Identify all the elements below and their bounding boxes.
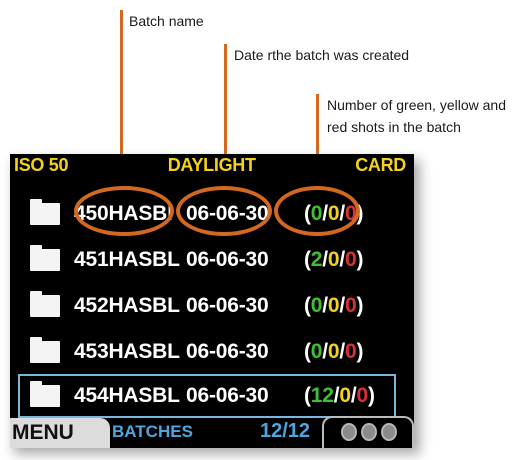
red-count: 0 xyxy=(356,384,369,407)
batch-date: 06-06-30 xyxy=(186,248,269,271)
callout-batch-name: Batch name xyxy=(129,13,204,29)
callout-counts-1: Number of green, yellow and xyxy=(327,97,506,113)
dot-icon xyxy=(341,423,357,441)
bottom-bar: MENU BATCHES 12/12 xyxy=(10,416,414,448)
batch-date: 06-06-30 xyxy=(186,294,269,317)
iso-indicator: ISO 50 xyxy=(14,154,69,175)
batch-name: 453HASBL xyxy=(74,340,180,363)
status-dots-button[interactable] xyxy=(322,416,414,448)
batch-name: 451HASBL xyxy=(74,248,180,271)
green-count: 0 xyxy=(310,294,323,317)
batch-name: 452HASBL xyxy=(74,294,180,317)
batch-counts: (0/0/0) xyxy=(304,340,364,363)
batch-row[interactable]: 451HASBL 06-06-30 (2/0/0) xyxy=(20,240,394,280)
highlight-batch-name xyxy=(74,186,174,236)
callout-counts-2: red shots in the batch xyxy=(327,119,461,135)
yellow-count: 0 xyxy=(339,384,351,407)
storage-indicator: CARD xyxy=(355,154,406,175)
yellow-count: 0 xyxy=(327,340,340,363)
section-label: BATCHES xyxy=(112,422,193,441)
batch-name: 454HASBL xyxy=(74,384,180,407)
status-bar: ISO 50 DAYLIGHT CARD xyxy=(10,154,414,176)
dot-icon xyxy=(361,423,377,441)
callout-date: Date rthe batch was created xyxy=(234,47,410,63)
batch-date: 06-06-30 xyxy=(186,340,269,363)
dot-icon xyxy=(381,423,397,441)
green-count: 12 xyxy=(310,384,334,407)
green-count: 0 xyxy=(310,340,323,363)
folder-icon xyxy=(30,291,60,317)
batch-counts: (0/0/0) xyxy=(304,294,364,317)
highlight-date xyxy=(176,186,272,236)
red-count: 0 xyxy=(345,340,357,363)
folder-icon xyxy=(30,245,60,271)
folder-icon xyxy=(30,381,60,407)
menu-button[interactable]: MENU xyxy=(10,418,110,448)
status-dots-icon xyxy=(341,423,397,441)
batch-date: 06-06-30 xyxy=(186,384,269,407)
highlight-counts xyxy=(274,186,360,236)
batch-row[interactable]: 453HASBL 06-06-30 (0/0/0) xyxy=(20,332,394,372)
red-count: 0 xyxy=(345,294,357,317)
folder-icon xyxy=(30,337,60,363)
yellow-count: 0 xyxy=(327,294,340,317)
yellow-count: 0 xyxy=(327,248,340,271)
batch-row[interactable]: 452HASBL 06-06-30 (0/0/0) xyxy=(20,286,394,326)
white-balance-indicator: DAYLIGHT xyxy=(167,154,256,175)
batch-counts: (2/0/0) xyxy=(304,248,364,271)
folder-icon xyxy=(30,199,60,225)
batch-counts: (12/0/0) xyxy=(304,384,375,407)
green-count: 2 xyxy=(310,248,323,271)
page-counter: 12/12 xyxy=(260,420,311,442)
batch-row-selected[interactable]: 454HASBL 06-06-30 (12/0/0) xyxy=(18,374,396,418)
red-count: 0 xyxy=(345,248,357,271)
